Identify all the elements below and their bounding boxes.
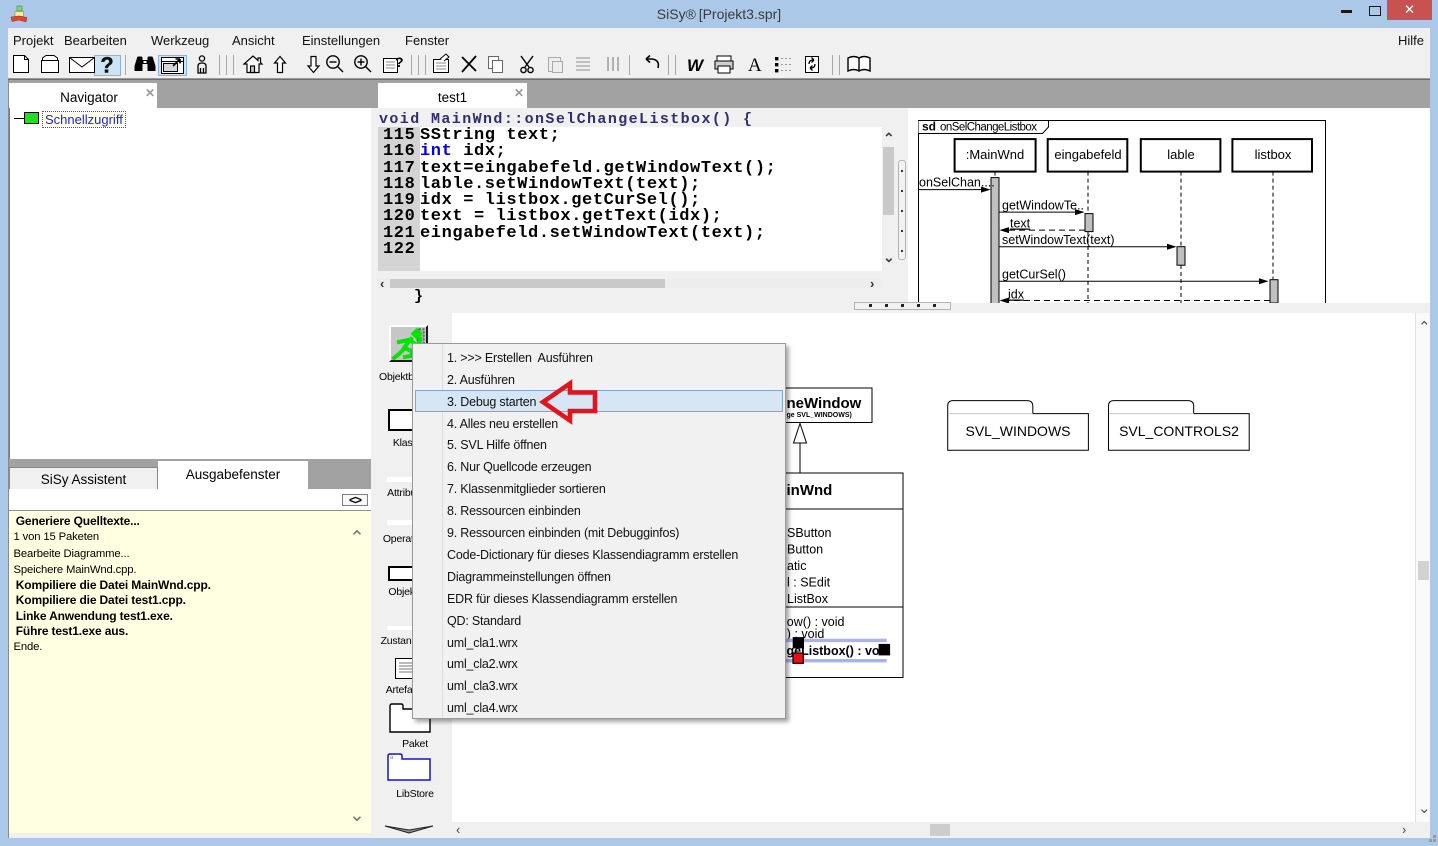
svg-text:inWnd: inWnd [787,482,833,499]
svg-text:Button: Button [787,543,823,557]
svg-text:W: W [687,56,705,75]
svg-text:listbox: listbox [1255,147,1292,162]
svg-text:eingabefeld: eingabefeld [1054,147,1121,162]
svg-text:SButton: SButton [787,526,832,540]
svg-text:?: ? [395,54,404,70]
svg-text:l : SEdit: l : SEdit [787,576,831,590]
svg-text:onSelChangeListbox: onSelChangeListbox [940,122,1037,134]
svg-text:text: text [1010,217,1031,231]
svg-text:setWindowText(text): setWindowText(text) [1002,233,1115,247]
svg-text:idx: idx [1008,288,1025,302]
svg-text:SVL_CONTROLS2: SVL_CONTROLS2 [1119,423,1239,439]
svg-text:getWindowTe..: getWindowTe.. [1002,199,1084,213]
svg-text:atic: atic [787,559,806,573]
svg-text:lable: lable [1167,147,1194,162]
svg-text:SVL_WINDOWS: SVL_WINDOWS [965,423,1070,439]
svg-text:getCurSel(): getCurSel() [1002,267,1066,281]
svg-text:ge SVL_WINDOWS): ge SVL_WINDOWS) [787,412,852,419]
svg-text:?: ? [100,53,113,78]
svg-text:neWindow: neWindow [787,395,862,412]
svg-text:ListBox: ListBox [787,592,829,606]
svg-text:A: A [748,55,762,76]
svg-text:sd: sd [922,120,936,134]
svg-text::MainWnd: :MainWnd [966,147,1025,162]
